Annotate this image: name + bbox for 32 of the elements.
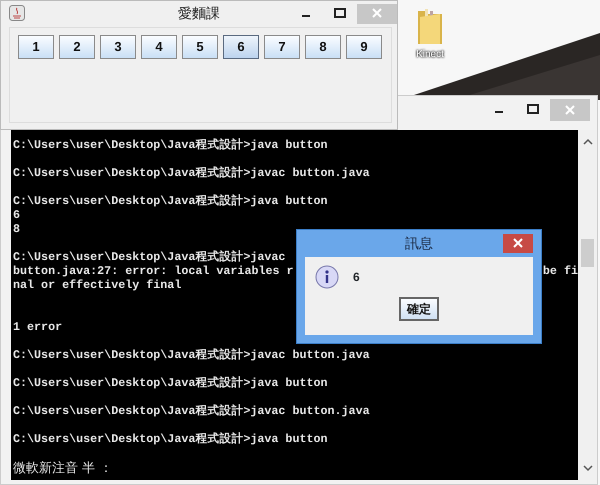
console-line: C:\Users\user\Desktop\Java程式設計>java button (13, 138, 328, 154)
console-line: C:\Users\user\Desktop\Java程式設計>javac button.java (13, 404, 370, 420)
console-line: button.java:27: error: local variables r (13, 264, 294, 278)
number-button[interactable]: 2 (59, 35, 95, 59)
console-line: C:\Users\user\Desktop\Java程式設計>javac button.java (13, 166, 370, 182)
console-line: 8 (13, 222, 20, 238)
console-line: C:\Users\user\Desktop\Java程式設計>javac (13, 250, 286, 264)
number-button[interactable]: 8 (305, 35, 341, 59)
number-button[interactable]: 7 (264, 35, 300, 59)
number-button[interactable]: 1 (18, 35, 54, 59)
console-line: C:\Users\user\Desktop\Java程式設計>java button (13, 432, 328, 448)
console-line: nal or effectively final (13, 278, 182, 294)
number-button[interactable]: 6 (223, 35, 259, 59)
console-line: C:\Users\user\Desktop\Java程式設計>java button (13, 194, 328, 208)
console-text: be fi (542, 264, 578, 278)
console-line: 1 error (13, 319, 62, 336)
close-button[interactable] (503, 234, 533, 253)
number-button[interactable]: 3 (100, 35, 136, 59)
message-text: 6 (353, 269, 360, 286)
number-button[interactable]: 9 (346, 35, 382, 59)
number-button[interactable]: 4 (141, 35, 177, 59)
dialog-title: 訊息 (405, 234, 433, 253)
ime-status-text: 微軟新注音 半 ： (13, 462, 112, 476)
icon-label[interactable]: Kinect (416, 47, 444, 62)
scrollbar-thumb[interactable] (581, 239, 594, 267)
console-line: C:\Users\user\Desktop\Java程式設計>java button (13, 376, 328, 392)
info-icon (315, 265, 339, 290)
window-title: 愛麵課 (178, 4, 220, 23)
console-line: C:\Users\user\Desktop\Java程式設計>javac button.java (13, 348, 370, 364)
console-line: 6 (13, 208, 20, 222)
number-button[interactable]: 5 (182, 35, 218, 59)
ok-button[interactable]: 確定 (399, 297, 439, 322)
